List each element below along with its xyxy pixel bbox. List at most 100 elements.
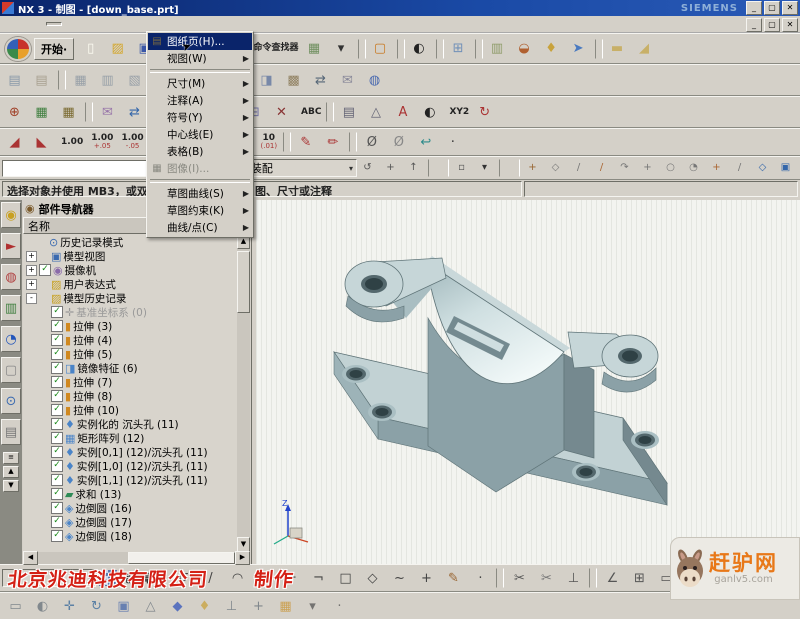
wireframe-icon[interactable]: △ (138, 595, 163, 618)
child-restore-button[interactable]: ▢ (764, 18, 780, 32)
feature-checkbox[interactable]: ✓ (51, 460, 63, 472)
toolbar-button[interactable] (397, 39, 405, 59)
scroll-right-icon[interactable]: ▶ (235, 551, 250, 565)
point-icon[interactable]: + (414, 567, 439, 590)
key-gold-icon[interactable]: ♦ (192, 595, 217, 618)
display-mode-icon[interactable]: ◐ (408, 37, 433, 60)
line-icon[interactable]: / (198, 567, 223, 590)
snap-toolbar-button[interactable] (428, 159, 449, 177)
scroll-down-icon[interactable]: ▼ (237, 537, 250, 552)
feature-checkbox[interactable]: ✓ (51, 348, 63, 360)
more-icon[interactable]: · (468, 567, 493, 590)
delete-dim-icon[interactable]: ✕ (270, 101, 295, 124)
menu-item[interactable] (150, 69, 250, 73)
child-minimize-button[interactable]: _ (746, 18, 762, 32)
feature-checkbox[interactable]: ✓ (51, 502, 63, 514)
sheet-icon[interactable]: ▤ (3, 69, 28, 92)
profile-icon[interactable]: ↺ (171, 567, 196, 590)
feature-checkbox[interactable]: ✓ (51, 488, 63, 500)
polygon-icon[interactable]: ◇ (360, 567, 385, 590)
menu-item[interactable]: 表格(B) ▶ (148, 143, 252, 160)
key-icon[interactable]: ♦ (540, 37, 565, 60)
snap-cross-icon[interactable]: + (638, 159, 659, 177)
view-fit-icon[interactable]: ▭ (3, 595, 28, 618)
snap-slash-icon[interactable]: / (730, 159, 751, 177)
exchange-icon[interactable]: ⇄ (309, 69, 334, 92)
tree-item[interactable]: ✓ ◈ 边倒圆 (18) (23, 529, 237, 543)
red-brush-icon[interactable]: ✏ (321, 131, 346, 154)
resource-scroll-up-button[interactable]: ▲ (3, 466, 19, 478)
text-arrow-icon[interactable]: A (391, 101, 416, 124)
tol-chip-3[interactable]: 1.00-.05 (117, 131, 145, 154)
sketch-tool-button[interactable] (589, 568, 597, 588)
expand-toggle[interactable] (40, 518, 49, 527)
pillow-block-model[interactable]: Z (256, 200, 800, 564)
tol-chip-1[interactable]: 1.00 (57, 131, 85, 154)
circle-icon[interactable]: ○ (252, 567, 277, 590)
mail-icon[interactable]: ✉ (336, 69, 361, 92)
view-door-icon[interactable]: ⊞ (447, 37, 472, 60)
dim-style-icon[interactable]: ◢ (3, 131, 28, 154)
feature-checkbox[interactable]: ✓ (51, 320, 63, 332)
trim-icon[interactable]: ✂ (507, 567, 532, 590)
swap-icon[interactable]: ⇄ (123, 101, 148, 124)
ruler-icon[interactable]: ▬ (606, 37, 631, 60)
up-icon[interactable]: ↑ (404, 159, 425, 177)
expand-toggle[interactable] (40, 364, 49, 373)
toolbar-button[interactable] (58, 70, 66, 90)
tree-item[interactable]: ✓ ▮ 拉伸 (5) (23, 347, 237, 361)
vertical-scroll-thumb[interactable] (237, 251, 250, 313)
menu-item[interactable]: ▤ 图纸页(H)... (148, 33, 252, 50)
cube-gold-icon[interactable]: ▦ (273, 595, 298, 618)
menu-item[interactable]: 视图(W) ▶ (148, 50, 252, 67)
child-close-button[interactable]: ✕ (782, 18, 798, 32)
render-icon[interactable]: ◒ (513, 37, 538, 60)
expand-toggle[interactable] (40, 504, 49, 513)
menu-bar-item[interactable] (146, 23, 160, 25)
red-pen-icon[interactable]: ✎ (294, 131, 319, 154)
datum-icon[interactable]: ⊥ (219, 595, 244, 618)
expand-toggle[interactable]: + (26, 265, 37, 276)
tree-item[interactable]: ✓ ♦ 实例[1,1] (12)/沉头孔 (11) (23, 473, 237, 487)
tree-item[interactable]: ✓ ▮ 拉伸 (4) (23, 333, 237, 347)
tree-item[interactable]: + ▨ 用户表达式 (23, 277, 237, 291)
tree-item[interactable]: ✓ ▮ 拉伸 (10) (23, 403, 237, 417)
corner-style-icon[interactable]: ◣ (30, 131, 55, 154)
menu-item[interactable]: 中心线(E) ▶ (148, 126, 252, 143)
layout-block2-icon[interactable]: ▥ (96, 69, 121, 92)
feature-checkbox[interactable]: ✓ (51, 334, 63, 346)
toolbar-button[interactable] (85, 102, 93, 122)
menu-bar-item[interactable] (62, 23, 76, 25)
resource-menu-button[interactable]: ≡ (3, 452, 19, 464)
minimize-button[interactable]: _ (746, 1, 762, 15)
tree-item[interactable]: - ▨ 模型历史记录 (23, 291, 237, 305)
web-browser-tab[interactable]: ◔ (1, 326, 21, 352)
expand-toggle[interactable] (40, 532, 49, 541)
auto-dim-icon[interactable]: ⊞ (627, 567, 652, 590)
view-right-icon[interactable]: ◨ (255, 69, 280, 92)
caret-icon[interactable]: ▾ (475, 159, 496, 177)
layout-block3-icon[interactable]: ▧ (123, 69, 148, 92)
feature-checkbox[interactable]: ✓ (51, 362, 63, 374)
snap-plus-icon[interactable]: + (707, 159, 728, 177)
triangle-icon[interactable]: △ (364, 101, 389, 124)
text-chip[interactable]: ABC (297, 101, 323, 124)
feature-checkbox[interactable] (39, 279, 49, 289)
toolbar-button[interactable] (358, 39, 366, 59)
expand-toggle[interactable] (40, 378, 49, 387)
horizontal-scroll-thumb[interactable] (128, 552, 235, 564)
tol-chip-2[interactable]: 1.00+.05 (87, 131, 115, 154)
tree-item[interactable]: ✓ ◈ 边倒圆 (17) (23, 515, 237, 529)
menu-bar-item[interactable] (76, 23, 90, 25)
expand-toggle[interactable]: + (26, 251, 37, 262)
slope-icon[interactable]: ◢ (633, 37, 658, 60)
window-tile-icon[interactable]: ▢ (369, 37, 394, 60)
expand-toggle[interactable] (40, 490, 49, 499)
tree-horizontal-scrollbar[interactable]: ◀ ▶ (23, 552, 250, 564)
menu-bar-item[interactable] (4, 23, 18, 25)
menu-item[interactable]: 草图约束(K) ▶ (148, 202, 252, 219)
gallery-icon[interactable]: ▦ (303, 37, 328, 60)
send-icon[interactable]: ✉ (96, 101, 121, 124)
palette-tab[interactable]: ▤ (1, 419, 21, 445)
menu-bar-item[interactable] (132, 23, 146, 25)
